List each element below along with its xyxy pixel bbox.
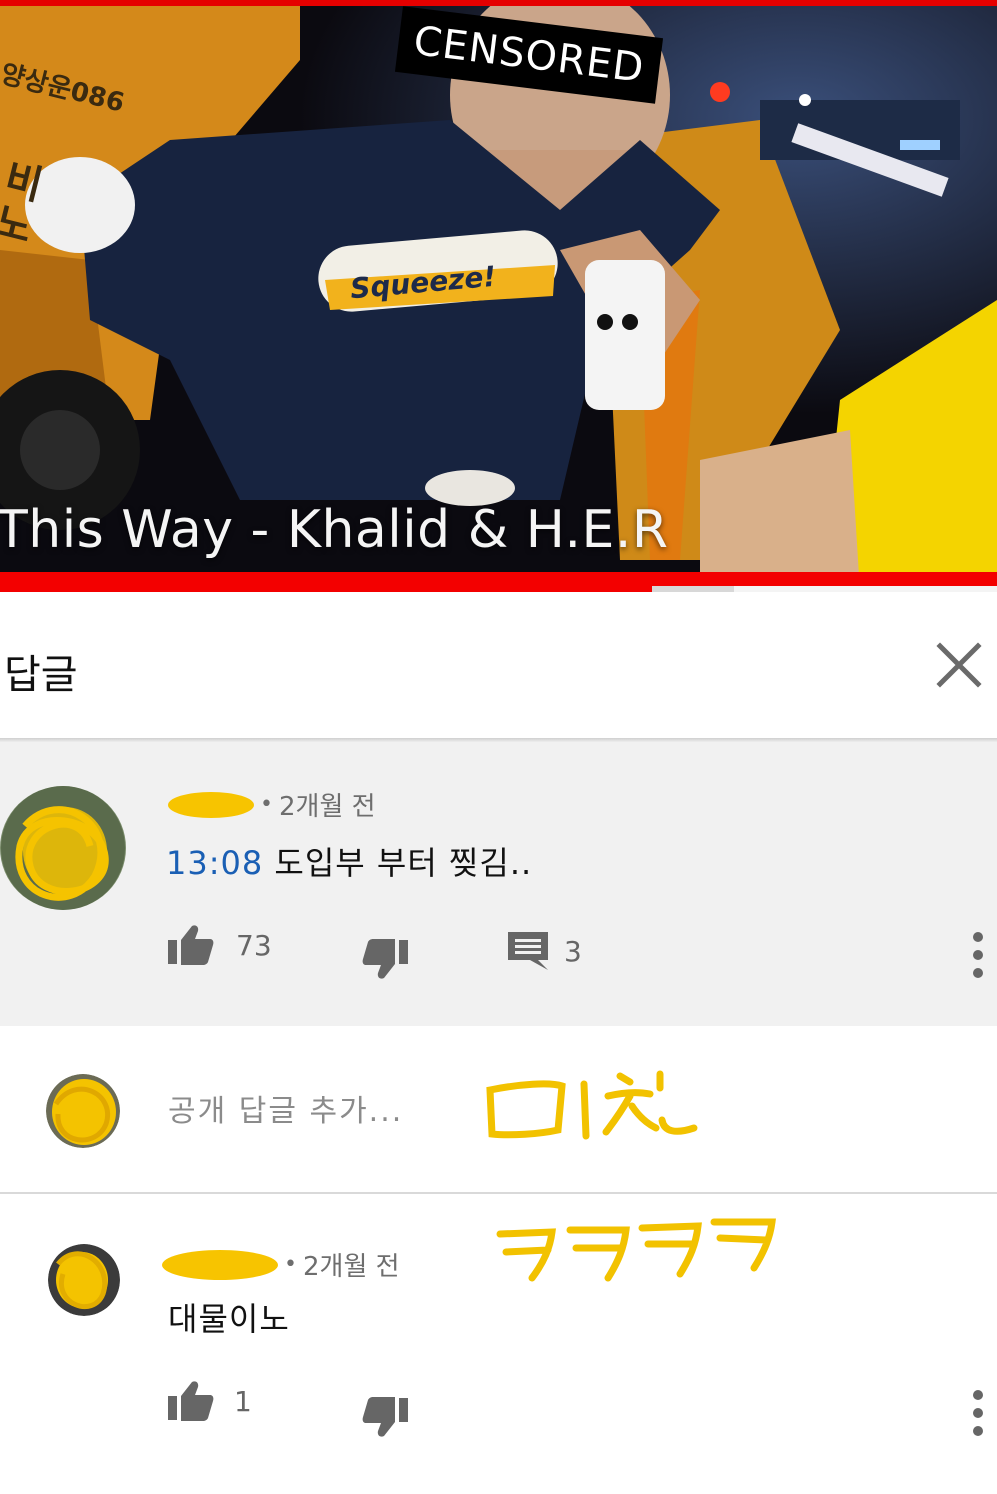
like-button[interactable]: 1	[168, 1380, 252, 1422]
avatar-scribble	[46, 1074, 120, 1148]
top-edge-bar	[0, 0, 997, 6]
comment-meta: • 2개월 전	[168, 786, 376, 823]
separator-dot: •	[284, 1252, 297, 1277]
comment-text: 13:08 도입부 부터 찢김..	[166, 838, 532, 884]
thumbs-up-icon	[168, 924, 214, 966]
reply-count-button[interactable]: 3	[508, 930, 582, 972]
like-count: 73	[236, 928, 272, 962]
reply-comment: • 2개월 전 대물이노 1	[0, 1194, 997, 1494]
timestamp-link[interactable]: 13:08	[166, 844, 263, 882]
reply-avatar[interactable]	[48, 1244, 120, 1316]
video-player[interactable]: 양상운086 비노 Squeeze! CENSORED This Way - K…	[0, 0, 997, 592]
add-reply-row: 공개 답글 추가...	[0, 1026, 997, 1192]
dislike-button[interactable]	[362, 1396, 408, 1438]
author-name[interactable]	[168, 791, 254, 818]
reply-input[interactable]: 공개 답글 추가...	[168, 1086, 428, 1134]
more-options-button[interactable]	[966, 1390, 990, 1436]
thumbs-down-icon	[362, 1396, 408, 1438]
replies-title: 답글	[4, 652, 78, 698]
comment-text-body: 도입부 부터 찢김..	[263, 844, 533, 882]
close-icon	[936, 642, 982, 688]
avatar[interactable]	[0, 786, 126, 910]
dislike-button[interactable]	[362, 938, 408, 980]
parent-comment: • 2개월 전 13:08 도입부 부터 찢김.. 73 3	[0, 742, 997, 1026]
reply-count: 3	[564, 934, 582, 968]
avatar-scribble	[1, 786, 125, 910]
more-vert-icon	[973, 932, 983, 942]
more-options-button[interactable]	[966, 932, 990, 978]
reply-text: 대물이노	[168, 1300, 290, 1338]
more-vert-icon	[973, 1390, 983, 1400]
reply-time: 2개월 전	[302, 1252, 400, 1282]
replies-header: 답글	[0, 592, 997, 738]
my-avatar	[46, 1074, 120, 1148]
comment-icon	[508, 930, 550, 972]
like-count: 1	[234, 1384, 252, 1418]
video-title-overlay: This Way - Khalid & H.E.R	[0, 500, 669, 560]
like-button[interactable]: 73	[168, 924, 272, 966]
reply-meta: • 2개월 전	[162, 1246, 400, 1283]
comment-time: 2개월 전	[278, 792, 376, 822]
separator-dot: •	[260, 792, 273, 817]
reply-author-name[interactable]	[162, 1249, 278, 1280]
thumbs-up-icon	[168, 1380, 214, 1422]
avatar-scribble	[48, 1244, 120, 1316]
close-button[interactable]	[930, 636, 988, 694]
thumbs-down-icon	[362, 938, 408, 980]
